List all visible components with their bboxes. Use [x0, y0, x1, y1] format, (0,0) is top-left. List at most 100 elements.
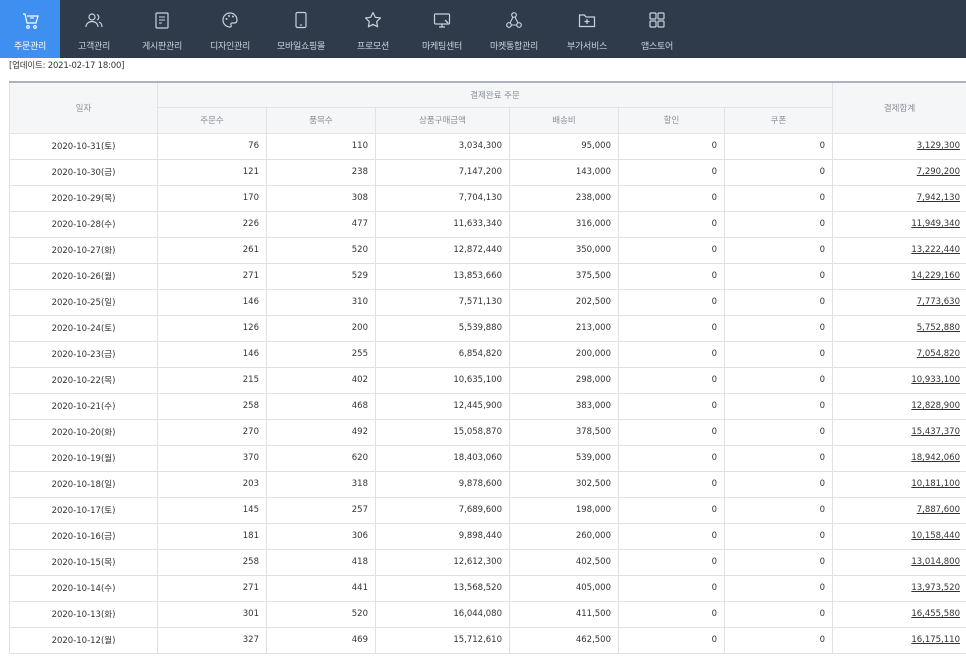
cell-shipping-fee: 95,000 [509, 132, 619, 160]
cell-discount: 0 [618, 626, 725, 654]
cell-item-count: 257 [266, 496, 376, 524]
nav-item-addon-services[interactable]: 부가서비스 [552, 0, 622, 58]
cell-date: 2020-10-23(금) [9, 340, 158, 368]
board-icon [152, 6, 172, 39]
cell-total: 3,129,300 [832, 132, 966, 160]
total-link[interactable]: 14,229,160 [911, 271, 960, 281]
table-row: 2020-10-14(수) 271 441 13,568,520 405,000 0 0 13… [9, 574, 966, 602]
total-link[interactable]: 10,933,100 [911, 375, 960, 385]
cell-total: 10,158,440 [832, 522, 966, 550]
cell-order-count: 146 [157, 288, 267, 316]
cell-total: 10,933,100 [832, 366, 966, 394]
total-link[interactable]: 16,455,580 [911, 609, 960, 619]
plus-folder-icon [577, 6, 597, 39]
cell-order-count: 270 [157, 418, 267, 446]
nav-item-app-store[interactable]: 앱스토어 [622, 0, 692, 58]
table-row: 2020-10-12(월) 327 469 15,712,610 462,500 0 0 16… [9, 626, 966, 654]
col-header-total: 결제합계 [832, 81, 966, 134]
cell-shipping-fee: 198,000 [509, 496, 619, 524]
nav-item-promotion[interactable]: 프로모션 [338, 0, 408, 58]
total-link[interactable]: 10,158,440 [911, 531, 960, 541]
cell-product-amount: 13,568,520 [375, 574, 510, 602]
nav-item-label: 모바일쇼핑몰 [277, 42, 325, 52]
table-row: 2020-10-31(토) 76 110 3,034,300 95,000 0 0 3,129… [9, 132, 966, 160]
nav-item-mobile-shop[interactable]: 모바일쇼핑몰 [264, 0, 338, 58]
cell-date: 2020-10-29(목) [9, 184, 158, 212]
total-link[interactable]: 7,942,130 [917, 193, 960, 203]
nav-item-market-integration[interactable]: 마켓통합관리 [476, 0, 552, 58]
col-header-discount: 할인 [618, 106, 725, 134]
total-link[interactable]: 15,437,370 [911, 427, 960, 437]
cell-date: 2020-10-21(수) [9, 392, 158, 420]
cell-order-count: 215 [157, 366, 267, 394]
table-row: 2020-10-19(월) 370 620 18,403,060 539,000 0 0 18… [9, 444, 966, 472]
cell-shipping-fee: 383,000 [509, 392, 619, 420]
cell-total: 13,222,440 [832, 236, 966, 264]
cell-item-count: 238 [266, 158, 376, 186]
nav-item-marketing-center[interactable]: 마케팅센터 [408, 0, 476, 58]
total-link[interactable]: 16,175,110 [911, 635, 960, 645]
col-header-item-count: 품목수 [266, 106, 376, 134]
cell-shipping-fee: 298,000 [509, 366, 619, 394]
total-link[interactable]: 3,129,300 [917, 141, 960, 151]
cell-shipping-fee: 462,500 [509, 626, 619, 654]
cell-total: 13,014,800 [832, 548, 966, 576]
cell-date: 2020-10-15(목) [9, 548, 158, 576]
cell-order-count: 145 [157, 496, 267, 524]
cell-item-count: 255 [266, 340, 376, 368]
total-link[interactable]: 11,949,340 [911, 219, 960, 229]
cell-coupon: 0 [724, 418, 833, 446]
cell-product-amount: 18,403,060 [375, 444, 510, 472]
total-link[interactable]: 10,181,100 [911, 479, 960, 489]
cell-discount: 0 [618, 574, 725, 602]
table-row: 2020-10-26(월) 271 529 13,853,660 375,500 0 0 14… [9, 262, 966, 290]
nav-item-design[interactable]: 디자인관리 [196, 0, 264, 58]
cell-coupon: 0 [724, 522, 833, 550]
cell-coupon: 0 [724, 470, 833, 498]
cell-item-count: 110 [266, 132, 376, 160]
cell-date: 2020-10-22(목) [9, 366, 158, 394]
nav-item-label: 주문관리 [14, 42, 46, 52]
cell-product-amount: 7,704,130 [375, 184, 510, 212]
cell-discount: 0 [618, 418, 725, 446]
total-link[interactable]: 13,973,520 [911, 583, 960, 593]
col-header-date: 일자 [9, 81, 158, 134]
total-link[interactable]: 18,942,060 [911, 453, 960, 463]
cell-total: 11,949,340 [832, 210, 966, 238]
total-link[interactable]: 7,054,820 [917, 349, 960, 359]
cell-discount: 0 [618, 444, 725, 472]
cell-shipping-fee: 202,500 [509, 288, 619, 316]
update-timestamp: [업데이트: 2021-02-17 18:00] [9, 61, 125, 71]
cell-coupon: 0 [724, 548, 833, 576]
palette-icon [220, 6, 240, 39]
cell-shipping-fee: 302,500 [509, 470, 619, 498]
total-link[interactable]: 5,752,880 [917, 323, 960, 333]
cell-coupon: 0 [724, 158, 833, 186]
cell-date: 2020-10-19(월) [9, 444, 158, 472]
total-link[interactable]: 13,014,800 [911, 557, 960, 567]
nav-item-customers[interactable]: 고객관리 [60, 0, 128, 58]
total-link[interactable]: 12,828,900 [911, 401, 960, 411]
total-link[interactable]: 7,887,600 [917, 505, 960, 515]
total-link[interactable]: 7,290,200 [917, 167, 960, 177]
nav-item-label: 마켓통합관리 [490, 42, 538, 52]
cell-order-count: 370 [157, 444, 267, 472]
cell-item-count: 308 [266, 184, 376, 212]
cell-date: 2020-10-31(토) [9, 132, 158, 160]
nav-item-board[interactable]: 게시판관리 [128, 0, 196, 58]
col-header-order-count: 주문수 [157, 106, 267, 134]
cell-date: 2020-10-17(토) [9, 496, 158, 524]
total-link[interactable]: 13,222,440 [911, 245, 960, 255]
total-link[interactable]: 7,773,630 [917, 297, 960, 307]
col-header-shipping-fee: 배송비 [509, 106, 619, 134]
cell-coupon: 0 [724, 132, 833, 160]
cell-item-count: 477 [266, 210, 376, 238]
nav-item-orders[interactable]: 주문관리 [0, 0, 60, 58]
monitor-icon [432, 6, 452, 39]
cell-discount: 0 [618, 210, 725, 238]
cell-order-count: 203 [157, 470, 267, 498]
cell-item-count: 520 [266, 236, 376, 264]
nav-item-label: 디자인관리 [210, 42, 250, 52]
cell-product-amount: 7,571,130 [375, 288, 510, 316]
cell-date: 2020-10-20(화) [9, 418, 158, 446]
